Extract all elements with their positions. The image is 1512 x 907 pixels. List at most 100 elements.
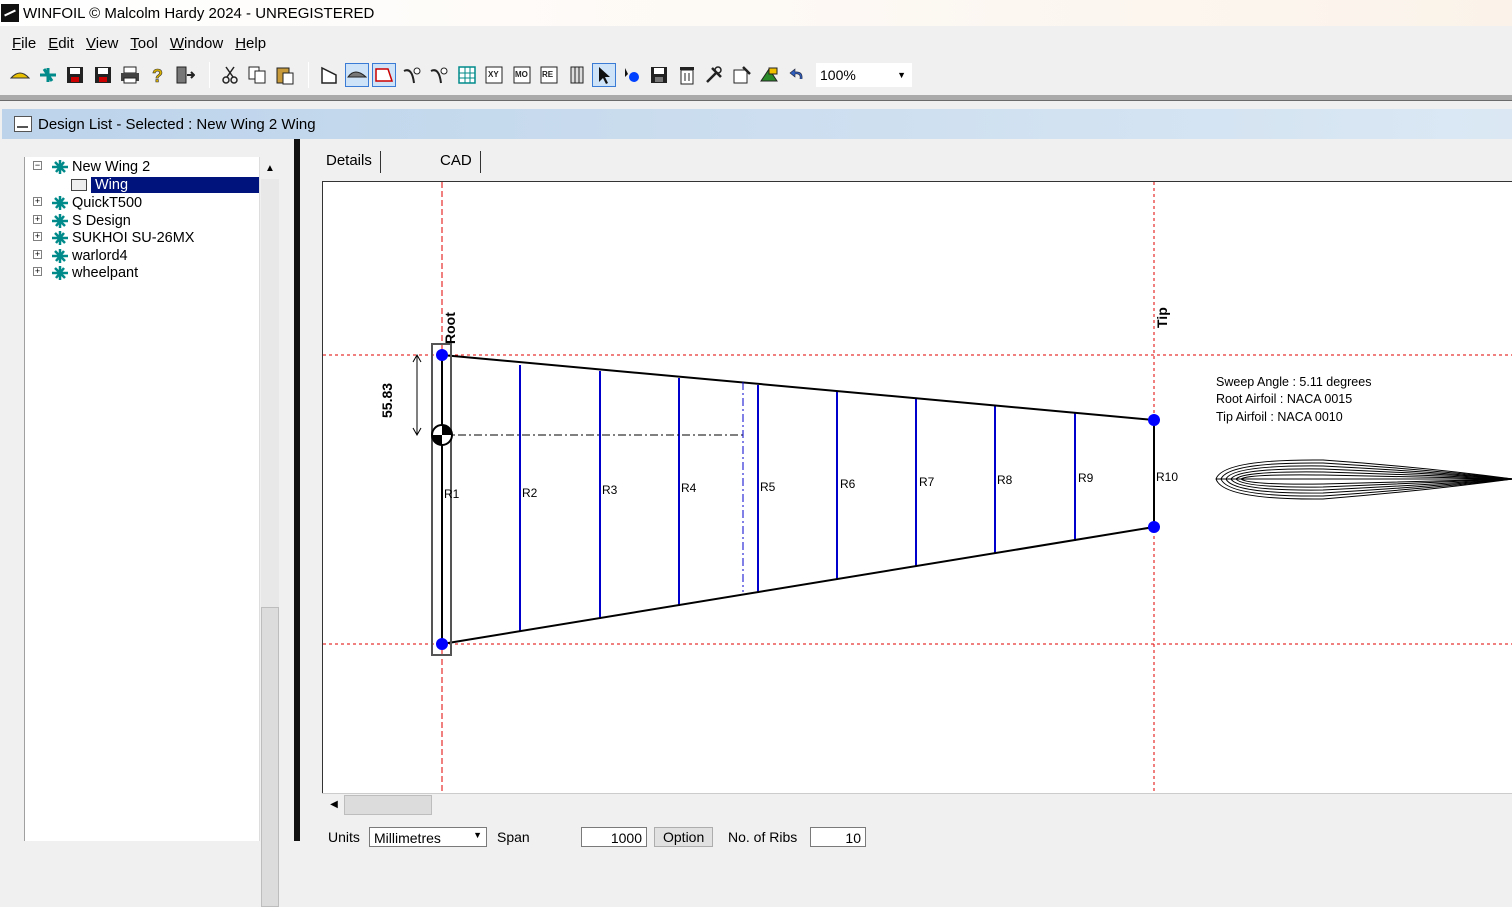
scroll-left-icon[interactable]: ◀ xyxy=(324,794,344,816)
tree-expander-icon[interactable]: − xyxy=(33,161,42,170)
control-point[interactable] xyxy=(1148,414,1160,426)
tree-item-new-wing-2[interactable]: New Wing 2 xyxy=(51,158,150,175)
tree-item-label: SUKHOI SU-26MX xyxy=(72,229,195,246)
rib-label: R3 xyxy=(602,483,618,497)
re-chart-icon[interactable]: RE xyxy=(537,63,561,87)
control-point[interactable] xyxy=(436,349,448,361)
scrollbar-track[interactable] xyxy=(261,179,279,607)
save-drawing-icon[interactable] xyxy=(647,63,671,87)
curve-tool-icon[interactable] xyxy=(400,63,424,87)
delete-icon[interactable] xyxy=(675,63,699,87)
save-icon[interactable] xyxy=(63,63,87,87)
wing-drawing-canvas[interactable]: Root Tip 55.83 R1 R2 R3 R4 R5 R6 R7 R8 R… xyxy=(322,181,1512,815)
option-button[interactable]: Option xyxy=(654,827,714,847)
tree-item-label: QuickT500 xyxy=(72,194,143,211)
menu-tool[interactable]: Tool xyxy=(124,35,164,52)
zoom-value: 100% xyxy=(820,67,856,83)
plane-icon xyxy=(52,265,68,280)
rib-label: R9 xyxy=(1078,471,1094,485)
units-select[interactable]: Millimetres ▼ xyxy=(369,827,487,847)
tree-item-warlord4[interactable]: warlord4 xyxy=(51,247,128,264)
curve-tool-2-icon[interactable] xyxy=(427,63,451,87)
control-point[interactable] xyxy=(436,638,448,650)
tree-item-wheelpant[interactable]: wheelpant xyxy=(51,264,138,281)
mdi-client-border xyxy=(0,95,1512,101)
exit-icon[interactable] xyxy=(173,63,197,87)
menu-file[interactable]: File xyxy=(6,35,42,52)
new-plane-icon[interactable] xyxy=(36,63,60,87)
rib-label: R6 xyxy=(840,477,856,491)
tree-expander-icon[interactable]: + xyxy=(33,197,42,206)
design-tree-pane: − New Wing 2 Wing + QuickT500 + S Design… xyxy=(2,139,294,841)
plane-icon xyxy=(52,248,68,263)
tree-item-label: Wing xyxy=(91,176,262,193)
chevron-down-icon[interactable]: ▼ xyxy=(897,70,906,80)
copy-icon[interactable] xyxy=(245,63,269,87)
tree-expander-icon[interactable]: + xyxy=(33,215,42,224)
span-label: Span xyxy=(497,829,530,845)
child-window-titlebar: Design List - Selected : New Wing 2 Wing xyxy=(2,109,1512,139)
properties-icon[interactable] xyxy=(730,63,754,87)
toolbar-separator xyxy=(308,62,309,88)
chevron-down-icon[interactable]: ▼ xyxy=(473,830,482,844)
scroll-up-icon[interactable]: ▲ xyxy=(260,159,280,179)
tree-expander-icon[interactable]: + xyxy=(33,267,42,276)
span-input[interactable]: 1000 xyxy=(581,827,647,847)
save-as-icon[interactable] xyxy=(91,63,115,87)
tab-details[interactable]: Details xyxy=(318,151,381,173)
tree-item-label: wheelpant xyxy=(72,264,139,281)
add-point-icon[interactable] xyxy=(620,63,644,87)
menu-window[interactable]: Window xyxy=(164,35,229,52)
tip-airfoil: Tip Airfoil : NACA 0010 xyxy=(1216,410,1343,424)
zoom-dropdown[interactable]: 100% ▼ xyxy=(816,63,912,87)
svg-text:MO: MO xyxy=(515,70,528,79)
tree-item-label: warlord4 xyxy=(72,247,128,264)
tree-item-wing[interactable]: Wing xyxy=(71,176,262,193)
table-view-icon[interactable] xyxy=(565,63,589,87)
canvas-horizontal-scrollbar[interactable]: ◀ xyxy=(322,793,1512,815)
tree-item-label: S Design xyxy=(72,212,131,229)
tools-icon[interactable] xyxy=(702,63,726,87)
control-point[interactable] xyxy=(1148,521,1160,533)
xy-chart-icon[interactable]: XY xyxy=(482,63,506,87)
mo-chart-icon[interactable]: MO xyxy=(510,63,534,87)
design-tree: − New Wing 2 Wing + QuickT500 + S Design… xyxy=(24,157,262,841)
tab-cad[interactable]: CAD xyxy=(432,151,481,173)
tree-item-s-design[interactable]: S Design xyxy=(51,212,131,229)
wing-parameters-row: Units Millimetres ▼ Span 1000 Option No.… xyxy=(322,825,1512,847)
scrollbar-thumb[interactable] xyxy=(344,795,432,815)
print-icon[interactable] xyxy=(118,63,142,87)
grid-tool-icon[interactable] xyxy=(455,63,479,87)
svg-text:?: ? xyxy=(152,66,163,85)
control-points xyxy=(436,349,1160,650)
rib-label: R8 xyxy=(997,473,1013,487)
color-icon[interactable] xyxy=(757,63,781,87)
paste-icon[interactable] xyxy=(273,63,297,87)
scrollbar-thumb[interactable] xyxy=(261,607,279,907)
ribs-count-input[interactable]: 10 xyxy=(810,827,866,847)
select-pointer-icon[interactable] xyxy=(592,63,616,87)
menu-help[interactable]: Help xyxy=(229,35,272,52)
help-icon[interactable]: ? xyxy=(146,63,170,87)
tree-vertical-scrollbar[interactable]: ▲ xyxy=(259,157,280,907)
wing-outline xyxy=(441,354,1155,645)
new-wing-icon[interactable] xyxy=(8,63,32,87)
menu-view[interactable]: View xyxy=(80,35,124,52)
design-list-icon xyxy=(14,116,32,132)
rib-label: R4 xyxy=(681,481,697,495)
wing-drawing[interactable]: Root Tip 55.83 R1 R2 R3 R4 R5 R6 R7 R8 R… xyxy=(323,182,1512,794)
wing-planform-icon[interactable] xyxy=(317,63,341,87)
airfoil-view-icon[interactable] xyxy=(344,63,369,87)
tree-item-sukhoi[interactable]: SUKHOI SU-26MX xyxy=(51,229,194,246)
root-airfoil: Root Airfoil : NACA 0015 xyxy=(1216,392,1352,406)
tree-expander-icon[interactable]: + xyxy=(33,232,42,241)
tree-expander-icon[interactable]: + xyxy=(33,250,42,259)
menu-bar: File Edit View Tool Window Help xyxy=(0,30,1512,56)
rib-view-icon[interactable] xyxy=(372,63,396,87)
cut-icon[interactable] xyxy=(218,63,242,87)
menu-edit[interactable]: Edit xyxy=(42,35,80,52)
winfoil-logo-icon xyxy=(1,4,19,22)
undo-icon[interactable] xyxy=(785,63,809,87)
plane-icon xyxy=(52,195,68,210)
tree-item-quickt500[interactable]: QuickT500 xyxy=(51,194,142,211)
